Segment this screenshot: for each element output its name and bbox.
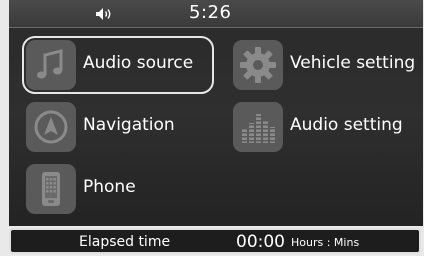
menu-item-label: Phone [83, 177, 136, 197]
home-screen: 5:26 Audio source Vehicle setting Naviga… [9, 0, 423, 226]
menu-item-audio-source[interactable]: Audio source [26, 40, 211, 90]
elapsed-time-unit: Hours : Mins [291, 236, 360, 249]
equalizer-icon [233, 102, 283, 152]
menu-item-audio-setting[interactable]: Audio setting [233, 102, 418, 152]
menu-item-phone[interactable]: Phone [26, 164, 211, 214]
menu-item-navigation[interactable]: Navigation [26, 102, 211, 152]
menu-item-label: Vehicle setting [290, 53, 416, 73]
gear-icon [233, 40, 283, 90]
elapsed-time-value: 00:00 [236, 232, 285, 252]
menu-item-label: Audio source [83, 53, 194, 73]
compass-icon [26, 102, 76, 152]
phone-icon [26, 164, 76, 214]
status-bar: 5:26 [9, 0, 423, 28]
elapsed-time-bar: Elapsed time 00:00 Hours : Mins [9, 228, 421, 254]
menu-item-label: Audio setting [290, 115, 403, 135]
music-note-icon [26, 40, 76, 90]
speaker-icon[interactable] [96, 8, 114, 20]
menu-item-vehicle-setting[interactable]: Vehicle setting [233, 40, 418, 90]
clock: 5:26 [189, 2, 232, 23]
menu-item-label: Navigation [83, 115, 175, 135]
elapsed-time-label: Elapsed time [79, 234, 171, 250]
